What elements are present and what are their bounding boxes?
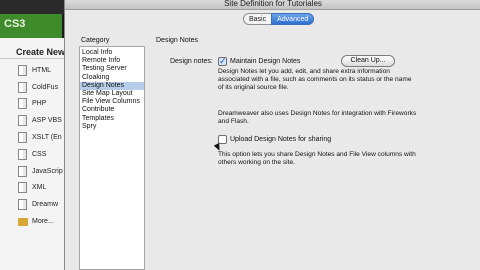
category-list: Local Info Remote Info Testing Server Cloak…	[79, 46, 145, 270]
file-type-label: JavaScrip	[32, 167, 63, 175]
tab-basic[interactable]: Basic	[243, 13, 272, 25]
document-icon	[18, 182, 27, 194]
file-type-label: Dreamw	[32, 201, 59, 209]
category-item[interactable]: Remote Info	[80, 57, 144, 65]
category-item[interactable]: Spry	[80, 123, 144, 131]
file-type-item[interactable]: XSLT (En	[18, 129, 68, 146]
divider	[0, 58, 70, 59]
design-notes-label: Design notes:	[170, 58, 213, 65]
section-title: Design Notes	[156, 37, 199, 44]
document-icon	[18, 64, 27, 76]
app-brand: CS3	[0, 14, 62, 38]
file-type-label: ColdFus	[32, 83, 59, 91]
file-type-item[interactable]: Dreamw	[18, 196, 68, 213]
tab-advanced[interactable]: Advanced	[271, 13, 315, 25]
file-type-label: XSLT (En	[32, 134, 62, 142]
file-type-item[interactable]: XML	[18, 180, 68, 197]
tab-bar: Basic Advanced	[243, 13, 315, 25]
document-icon	[18, 98, 27, 110]
category-item[interactable]: Local Info	[80, 49, 144, 57]
clean-up-button[interactable]: Clean Up...	[341, 55, 395, 67]
file-type-item[interactable]: HTML	[18, 62, 68, 79]
dialog-title: Site Definition for Tutoriales	[65, 0, 480, 10]
category-item[interactable]: Design Notes	[80, 81, 144, 90]
maintain-design-notes-checkbox[interactable]: ✓	[218, 57, 227, 66]
category-item[interactable]: Testing Server	[80, 65, 144, 73]
category-item[interactable]: Contribute	[80, 106, 144, 114]
folder-icon	[18, 217, 28, 226]
category-item[interactable]: Site Map Layout	[80, 90, 144, 98]
file-type-item[interactable]: PHP	[18, 96, 68, 113]
file-type-label: CSS	[32, 150, 47, 158]
file-type-list: HTML ColdFus PHP ASP VBS XSLT (En CSS JavaScri…	[18, 62, 68, 230]
file-type-item[interactable]: ASP VBS	[18, 112, 68, 129]
file-type-item[interactable]: More...	[18, 213, 68, 230]
upload-design-notes-label[interactable]: Upload Design Notes for sharing	[230, 136, 331, 143]
category-item[interactable]: Cloaking	[80, 74, 144, 82]
file-type-label: More...	[32, 218, 54, 226]
category-heading: Category	[81, 37, 110, 44]
file-type-item[interactable]: ColdFus	[18, 79, 68, 96]
document-icon	[18, 132, 27, 144]
file-type-label: XML	[32, 184, 47, 192]
category-item[interactable]: File View Columns	[80, 98, 144, 106]
document-icon	[18, 81, 27, 93]
file-type-item[interactable]: JavaScrip	[18, 163, 68, 180]
checkmark-icon: ✓	[219, 56, 227, 66]
document-icon	[18, 199, 27, 211]
document-icon	[18, 165, 27, 177]
site-definition-dialog: Site Definition for Tutoriales Basic Adv…	[64, 0, 480, 270]
maintain-design-notes-label[interactable]: Maintain Design Notes	[230, 58, 300, 65]
category-item[interactable]: Templates	[80, 115, 144, 123]
file-type-label: ASP VBS	[32, 117, 62, 125]
file-type-label: PHP	[32, 100, 47, 108]
document-icon	[18, 115, 27, 127]
integration-description: Dreamweaver also uses Design Notes for i…	[218, 110, 417, 126]
file-type-label: HTML	[32, 66, 52, 74]
create-new-heading: Create New	[16, 47, 66, 57]
file-type-item[interactable]: CSS	[18, 146, 68, 163]
sharing-description: This option lets you share Design Notes …	[218, 151, 416, 167]
design-notes-description: Design Notes let you add, edit, and shar…	[218, 68, 412, 92]
document-icon	[18, 148, 27, 160]
